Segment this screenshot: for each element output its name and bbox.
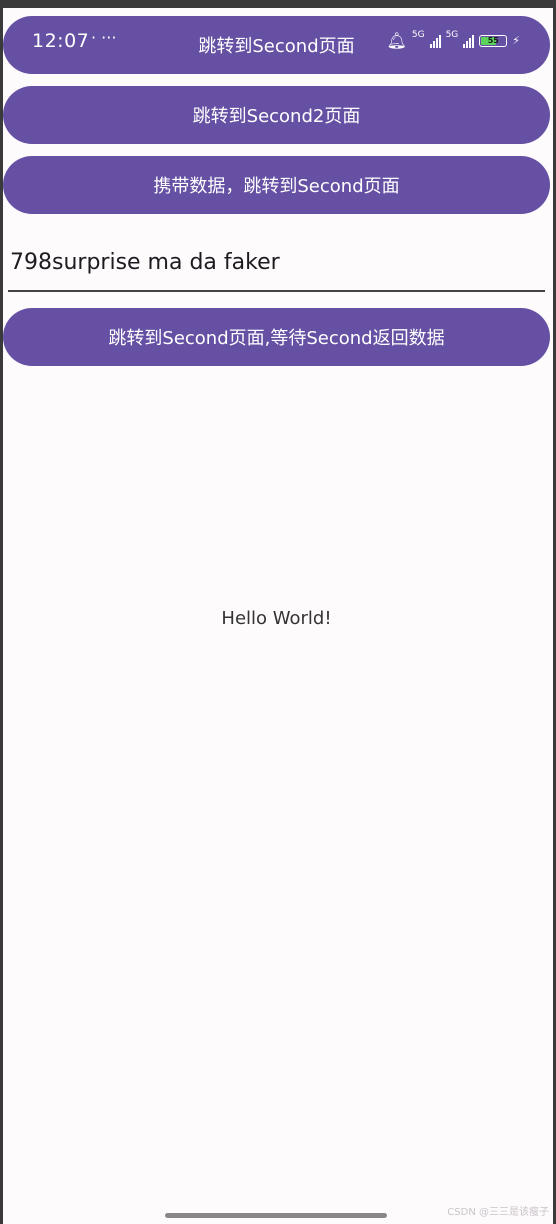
- carry-data-button[interactable]: 携带数据，跳转到Second页面: [3, 156, 550, 214]
- wait-result-button[interactable]: 跳转到Second页面,等待Second返回数据: [3, 308, 550, 366]
- go-second2-button[interactable]: 跳转到Second2页面: [3, 86, 550, 144]
- data-input[interactable]: [8, 234, 545, 292]
- go-second-button[interactable]: 跳转到Second页面: [3, 16, 550, 74]
- watermark: CSDN @三三是该瘦子: [447, 1207, 549, 1218]
- app-screen: 跳转到Second页面 12:07 · ··· 🔔︎ 5G 5G 55 ⚡︎ 跳…: [3, 8, 553, 1224]
- hello-text: Hello World!: [221, 608, 332, 629]
- home-indicator[interactable]: [165, 1213, 387, 1218]
